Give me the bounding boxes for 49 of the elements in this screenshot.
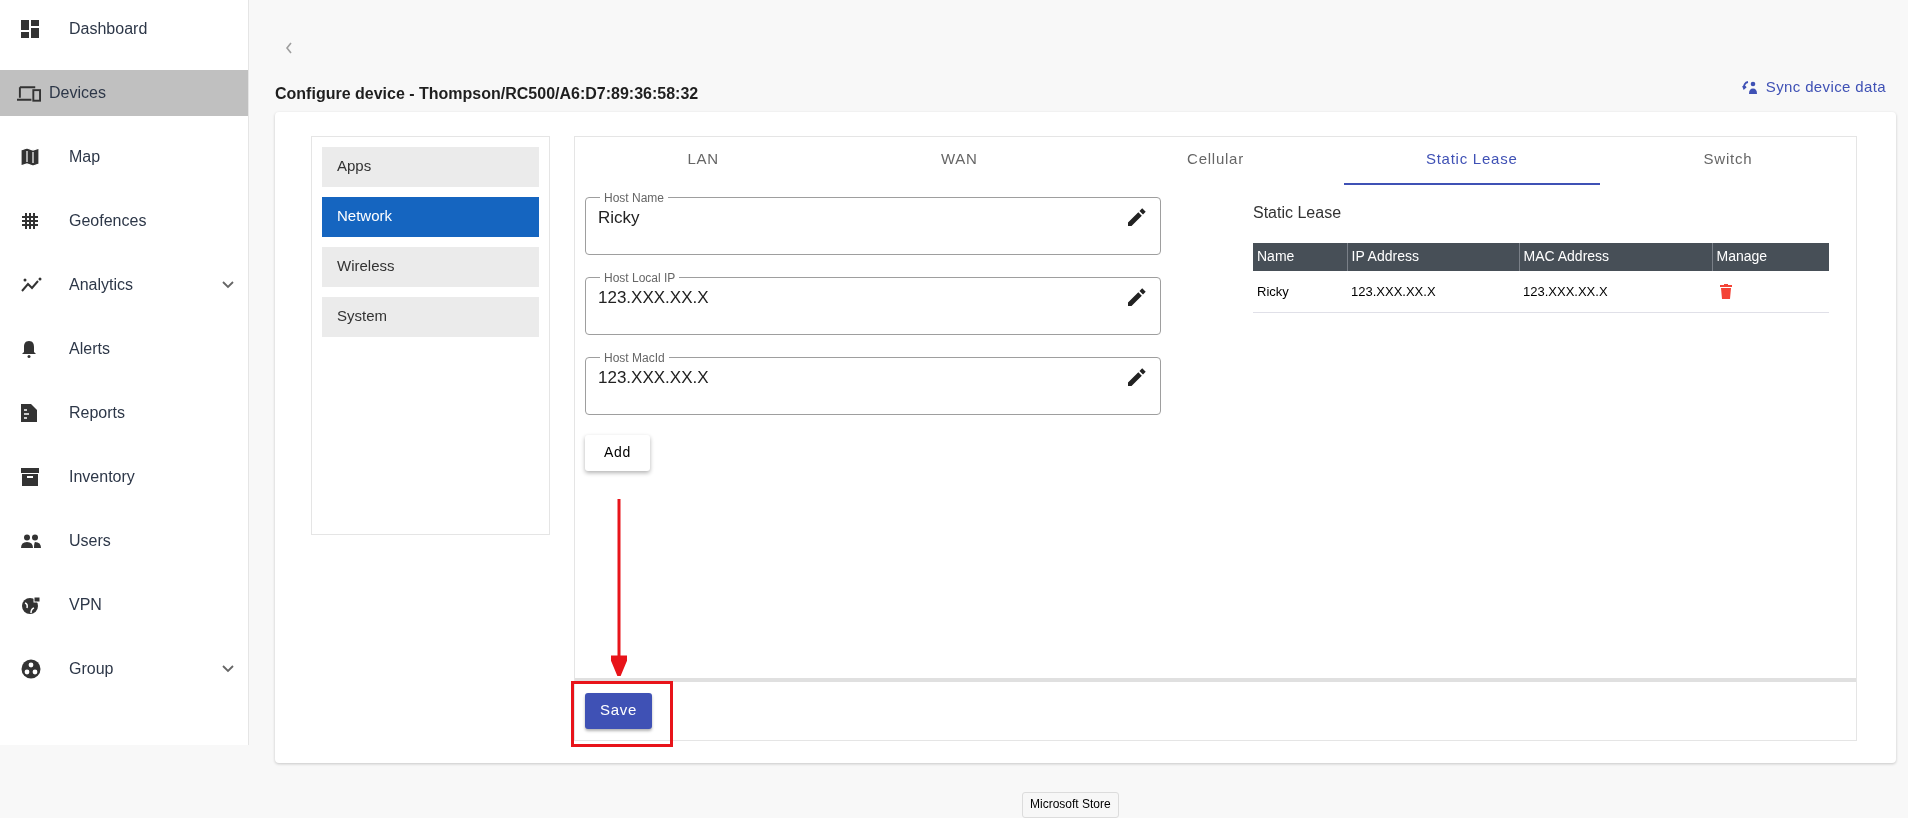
- sidebar-item[interactable]: Analytics: [0, 262, 248, 308]
- chevron-left-icon: [285, 41, 293, 54]
- sidebar-item[interactable]: Inventory: [0, 454, 248, 500]
- sidebar-item[interactable]: Group: [0, 646, 248, 692]
- section-heading: Static Lease: [1253, 202, 1342, 223]
- tab[interactable]: WAN: [831, 136, 1088, 185]
- map-icon: [21, 148, 39, 166]
- sidebar-item[interactable]: Geofences: [0, 198, 248, 244]
- section-menu-item[interactable]: Network: [322, 196, 539, 237]
- tab[interactable]: LAN: [575, 136, 832, 185]
- column-header: Manage: [1712, 242, 1829, 271]
- sync-device-data-link[interactable]: Sync device data: [1741, 76, 1886, 99]
- users-icon: [21, 534, 41, 548]
- column-header: IP Address: [1347, 242, 1519, 271]
- column-header: MAC Address: [1519, 242, 1712, 271]
- tab[interactable]: Switch: [1599, 136, 1856, 185]
- table-cell: 123.XXX.XX.X: [1519, 270, 1712, 313]
- sidebar-item[interactable]: VPN: [0, 582, 248, 628]
- sidebar-item[interactable]: Alerts: [0, 326, 248, 372]
- group-icon: [21, 659, 41, 679]
- bell-icon: [21, 340, 37, 358]
- analytics-icon: [21, 277, 43, 293]
- tab[interactable]: Cellular: [1087, 136, 1344, 185]
- sidebar-item[interactable]: Dashboard: [0, 6, 248, 52]
- sync-icon: [1741, 80, 1758, 95]
- document-icon: [21, 404, 37, 422]
- sidebar-item[interactable]: Users: [0, 518, 248, 564]
- section-menu-item[interactable]: Wireless: [322, 246, 539, 287]
- add-button[interactable]: Add: [585, 434, 650, 471]
- sidebar-item[interactable]: Reports: [0, 390, 248, 436]
- table-cell: Ricky: [1253, 270, 1347, 313]
- pencil-icon[interactable]: [1128, 208, 1146, 227]
- archive-box-icon: [21, 468, 39, 486]
- tab[interactable]: Static Lease: [1343, 136, 1600, 185]
- section-menu-item[interactable]: System: [322, 296, 539, 337]
- globe-lock-icon: [21, 595, 41, 615]
- page-title: Configure device - Thompson/RC500/A6:D7:89:36:58:32: [275, 83, 699, 104]
- save-button[interactable]: Save: [585, 692, 652, 729]
- dashboard-icon: [21, 20, 39, 38]
- section-menu-item[interactable]: Apps: [322, 146, 539, 187]
- pencil-icon[interactable]: [1128, 288, 1146, 307]
- column-header: Name: [1253, 242, 1347, 271]
- sidebar-item[interactable]: Map: [0, 134, 248, 180]
- devices-icon: [17, 84, 41, 102]
- delete-icon[interactable]: [1720, 283, 1732, 299]
- sidebar-item[interactable]: Devices: [0, 70, 248, 116]
- table-cell: 123.XXX.XX.X: [1347, 270, 1519, 313]
- tooltip: Microsoft Store: [1022, 792, 1119, 818]
- pencil-icon[interactable]: [1128, 368, 1146, 387]
